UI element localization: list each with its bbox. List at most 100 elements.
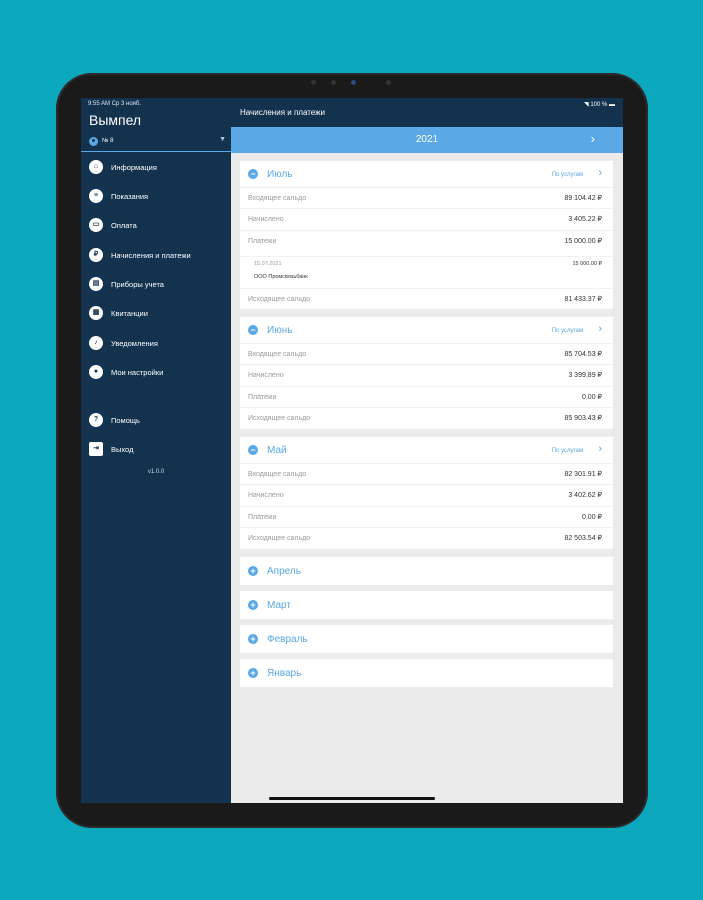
camera-dot bbox=[311, 80, 316, 85]
by-service-link[interactable]: По услугам bbox=[552, 328, 583, 334]
row-label: Исходящее сальдо bbox=[248, 415, 311, 422]
sidebar-item-label: Мои настройки bbox=[111, 368, 164, 377]
row-label: Исходящее сальдо bbox=[248, 296, 311, 303]
row-label: Входящее сальдо bbox=[248, 351, 307, 358]
by-service-link[interactable]: По услугам bbox=[552, 448, 583, 454]
sidebar-item-label: Квитанции bbox=[111, 309, 148, 318]
expand-icon: + bbox=[248, 600, 258, 610]
row-value: 3 399.89 ₽ bbox=[568, 372, 602, 379]
sidebar-item-receipts[interactable]: ▦ Квитанции bbox=[89, 304, 229, 322]
opening-balance-row: Входящее сальдо 82 301.91 ₽ bbox=[240, 463, 613, 485]
row-value: 0.00 ₽ bbox=[581, 514, 602, 521]
sidebar-item-label: Начисления и платежи bbox=[111, 251, 191, 260]
tablet-frame: 9:55 AM Ср 3 нояб. Вымпел № 8 ▼ ⌂ Информ… bbox=[56, 73, 648, 828]
row-label: Исходящее сальдо bbox=[248, 535, 311, 542]
month-name: Апрель bbox=[267, 566, 301, 577]
main-content: Начисления и платежи ◥ 100 % ▬ 2021 › − … bbox=[231, 98, 623, 803]
closing-balance-row: Исходящее сальдо 85 903.43 ₽ bbox=[240, 407, 613, 429]
row-value: 82 503.54 ₽ bbox=[564, 535, 602, 542]
month-name: Май bbox=[267, 445, 287, 456]
row-value: 82 301.91 ₽ bbox=[564, 471, 602, 478]
camera-dot bbox=[331, 80, 336, 85]
chevron-right-icon[interactable]: › bbox=[598, 167, 602, 179]
expand-icon: + bbox=[248, 634, 258, 644]
row-value: 85 903.43 ₽ bbox=[564, 415, 602, 422]
month-card-january[interactable]: + Январь bbox=[240, 659, 613, 687]
row-label: Начислено bbox=[248, 492, 284, 499]
sidebar-item-label: Выход bbox=[111, 445, 134, 454]
row-label: Платежи bbox=[248, 238, 277, 245]
meter-readings-icon: ≡ bbox=[89, 189, 103, 203]
row-label: Платежи bbox=[248, 394, 277, 401]
month-name: Июль bbox=[267, 169, 293, 180]
charged-row: Начислено 3 402.62 ₽ bbox=[240, 484, 613, 506]
account-selector[interactable]: № 8 ▼ bbox=[89, 136, 229, 150]
top-bar: Начисления и платежи ◥ 100 % ▬ bbox=[231, 98, 623, 127]
sidebar-item-label: Оплата bbox=[111, 221, 137, 230]
collapse-icon: − bbox=[248, 325, 258, 335]
sidebar-item-payment[interactable]: ▭ Оплата bbox=[89, 216, 229, 234]
wifi-icon: ◥ bbox=[584, 102, 589, 108]
month-card-march[interactable]: + Март bbox=[240, 591, 613, 619]
receipt-icon: ▦ bbox=[89, 306, 103, 320]
sidebar: 9:55 AM Ср 3 нояб. Вымпел № 8 ▼ ⌂ Информ… bbox=[81, 98, 231, 803]
home-indicator[interactable] bbox=[269, 797, 435, 800]
next-year-button[interactable]: › bbox=[591, 131, 595, 146]
sidebar-item-help[interactable]: ? Помощь bbox=[89, 411, 229, 429]
battery-level: 100 % bbox=[590, 102, 608, 108]
closing-balance-row: Исходящее сальдо 81 433.37 ₽ bbox=[240, 288, 613, 310]
month-card-february[interactable]: + Февраль bbox=[240, 625, 613, 653]
row-label: Начислено bbox=[248, 372, 284, 379]
camera-lens bbox=[351, 80, 356, 85]
month-card-june: − Июнь По услугам › Входящее сальдо 85 7… bbox=[240, 317, 613, 429]
house-icon: ⌂ bbox=[89, 160, 103, 174]
sidebar-item-label: Уведомления bbox=[111, 339, 158, 348]
status-time-date: 9:55 AM Ср 3 нояб. bbox=[88, 101, 141, 107]
month-card-may: − Май По услугам › Входящее сальдо 82 30… bbox=[240, 437, 613, 549]
month-name: Февраль bbox=[267, 634, 308, 645]
month-header[interactable]: − Май По услугам › bbox=[240, 437, 613, 463]
year-selector: 2021 › bbox=[231, 127, 623, 153]
sidebar-item-settings[interactable]: ● Мои настройки bbox=[89, 363, 229, 381]
month-card-april[interactable]: + Апрель bbox=[240, 557, 613, 585]
month-name: Январь bbox=[267, 668, 302, 679]
sidebar-item-info[interactable]: ⌂ Информация bbox=[89, 158, 229, 176]
bell-icon: ♪ bbox=[89, 336, 103, 350]
screen: 9:55 AM Ср 3 нояб. Вымпел № 8 ▼ ⌂ Информ… bbox=[81, 98, 623, 803]
expand-icon: + bbox=[248, 668, 258, 678]
payment-date: 15.07.2021 bbox=[254, 261, 282, 267]
month-header[interactable]: − Июнь По услугам › bbox=[240, 317, 613, 343]
battery-icon: ▬ bbox=[609, 102, 615, 108]
row-value: 85 704.53 ₽ bbox=[564, 351, 602, 358]
row-label: Входящее сальдо bbox=[248, 471, 307, 478]
sidebar-item-label: Информация bbox=[111, 163, 157, 172]
payments-row: Платежи 0.00 ₽ bbox=[240, 386, 613, 408]
row-value: 0.00 ₽ bbox=[581, 394, 602, 401]
sidebar-item-label: Показания bbox=[111, 192, 149, 201]
sidebar-item-logout[interactable]: ⇥ Выход bbox=[89, 440, 229, 458]
month-header[interactable]: − Июль По услугам › bbox=[240, 161, 613, 187]
sidebar-item-notifications[interactable]: ♪ Уведомления bbox=[89, 334, 229, 352]
sidebar-item-readings[interactable]: ≡ Показания bbox=[89, 187, 229, 205]
app-version: v1.0.0 bbox=[147, 469, 165, 475]
by-service-link[interactable]: По услугам bbox=[552, 172, 583, 178]
row-value: 15 000.00 ₽ bbox=[564, 238, 602, 245]
sidebar-item-label: Приборы учета bbox=[111, 280, 164, 289]
logout-icon: ⇥ bbox=[89, 442, 103, 456]
collapse-icon: − bbox=[248, 169, 258, 179]
row-value: 3 402.62 ₽ bbox=[568, 492, 602, 499]
app-title: Вымпел bbox=[89, 112, 142, 128]
status-right: ◥ 100 % ▬ bbox=[584, 101, 615, 108]
opening-balance-row: Входящее сальдо 85 704.53 ₽ bbox=[240, 343, 613, 365]
row-value: 81 433.37 ₽ bbox=[564, 296, 602, 303]
chevron-right-icon[interactable]: › bbox=[598, 443, 602, 455]
user-icon bbox=[89, 137, 98, 146]
sidebar-item-charges[interactable]: ₽ Начисления и платежи bbox=[89, 246, 229, 264]
sidebar-item-devices[interactable]: ▤ Приборы учета bbox=[89, 275, 229, 293]
settings-icon: ● bbox=[89, 365, 103, 379]
year-label: 2021 bbox=[415, 134, 439, 145]
chevron-right-icon[interactable]: › bbox=[598, 323, 602, 335]
charged-row: Начислено 3 405.22 ₽ bbox=[240, 208, 613, 230]
collapse-icon: − bbox=[248, 445, 258, 455]
account-number: № 8 bbox=[102, 138, 114, 144]
